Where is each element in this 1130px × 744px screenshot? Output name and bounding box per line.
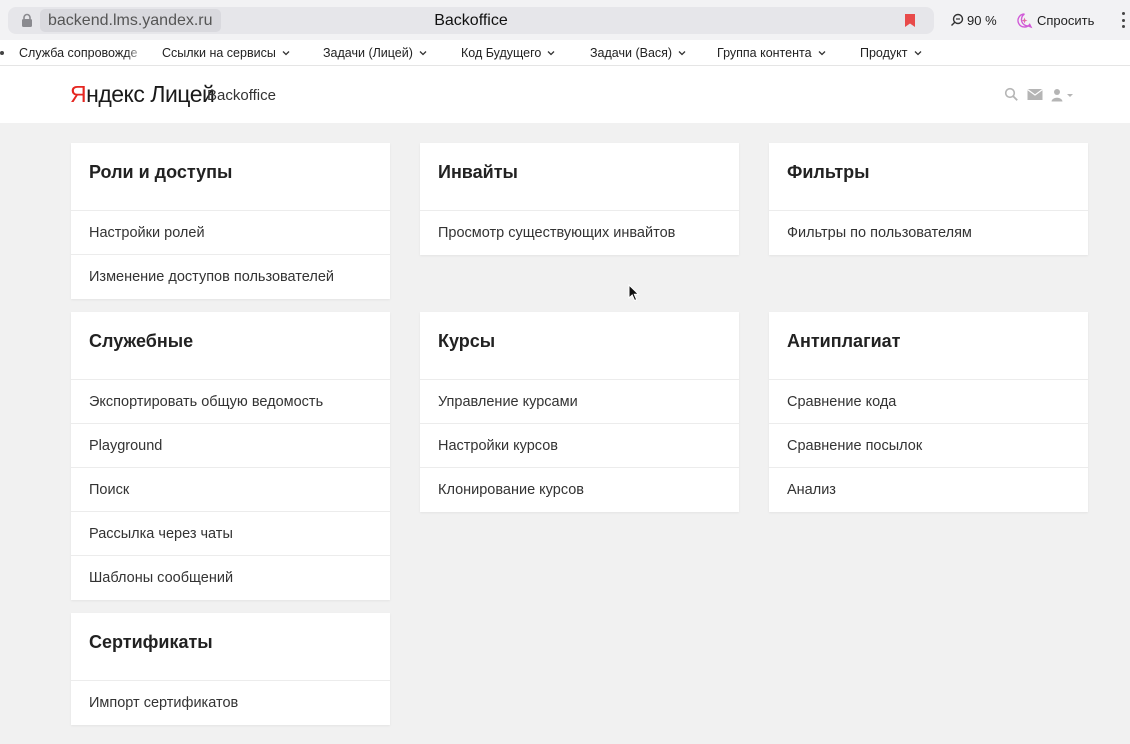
yandex-lyceum-logo[interactable]: Яндекс Лицей <box>70 79 215 109</box>
chevron-down-icon <box>419 51 427 56</box>
card-title: Служебные <box>71 312 390 380</box>
search-icon[interactable] <box>1004 87 1019 102</box>
card-link[interactable]: Сравнение посылок <box>769 424 1088 468</box>
chevron-down-icon <box>547 51 555 56</box>
card-title: Инвайты <box>420 143 739 211</box>
chevron-down-icon <box>914 51 921 56</box>
bookmark-icon[interactable] <box>904 13 916 28</box>
card-antiplagiarism: Антиплагиат Сравнение кода Сравнение пос… <box>769 312 1088 512</box>
ask-ai-icon <box>1017 12 1033 28</box>
bookmark-folder[interactable]: Задачи (Лицей) <box>323 40 427 66</box>
user-icon[interactable] <box>1051 88 1075 102</box>
card-roles-access: Роли и доступы Настройки ролей Изменение… <box>71 143 390 299</box>
card-link[interactable]: Изменение доступов пользователей <box>71 255 390 299</box>
bookmarks-overflow[interactable] <box>0 40 4 66</box>
site-header: Яндекс Лицей Backoffice <box>0 66 1130 123</box>
header-actions <box>1004 87 1075 102</box>
card-filters: Фильтры Фильтры по пользователям <box>769 143 1088 255</box>
ask-button[interactable]: Спросить <box>1016 9 1094 31</box>
bookmark-folder[interactable]: Код Будущего <box>461 40 555 66</box>
bookmark-folder[interactable]: Ссылки на сервисы <box>162 40 290 66</box>
card-link[interactable]: Поиск <box>71 468 390 512</box>
card-title: Курсы <box>420 312 739 380</box>
section-title: Backoffice <box>207 87 276 104</box>
mail-icon[interactable] <box>1027 88 1043 101</box>
mouse-cursor-icon <box>628 284 640 302</box>
card-link[interactable]: Управление курсами <box>420 380 739 424</box>
card-link[interactable]: Экспортировать общую ведомость <box>71 380 390 424</box>
more-menu-icon[interactable] <box>1120 10 1126 30</box>
chevron-down-icon <box>282 51 290 56</box>
chevron-down-icon <box>818 51 825 56</box>
card-link[interactable]: Анализ <box>769 468 1088 512</box>
card-title: Роли и доступы <box>71 143 390 211</box>
browser-toolbar: backend.lms.yandex.ru Backoffice 90 % Сп… <box>0 0 1130 40</box>
card-link[interactable]: Playground <box>71 424 390 468</box>
card-link[interactable]: Настройки курсов <box>420 424 739 468</box>
card-title: Фильтры <box>769 143 1088 211</box>
card-link[interactable]: Просмотр существующих инвайтов <box>420 211 739 255</box>
ask-label: Спросить <box>1037 12 1095 28</box>
bookmark-folder[interactable]: Группа контента <box>717 40 826 66</box>
chevron-down-icon <box>678 51 686 56</box>
bookmark-item[interactable]: Служба сопровожде <box>19 40 145 66</box>
card-link[interactable]: Клонирование курсов <box>420 468 739 512</box>
card-link[interactable]: Настройки ролей <box>71 211 390 255</box>
lock-icon <box>22 13 32 27</box>
bookmark-folder[interactable]: Продукт <box>860 40 922 66</box>
zoom-icon <box>951 13 964 26</box>
address-bar[interactable]: backend.lms.yandex.ru Backoffice <box>8 7 934 34</box>
url-text[interactable]: backend.lms.yandex.ru <box>40 9 221 32</box>
card-link[interactable]: Сравнение кода <box>769 380 1088 424</box>
card-courses: Курсы Управление курсами Настройки курсо… <box>420 312 739 512</box>
card-link[interactable]: Шаблоны сообщений <box>71 556 390 600</box>
card-certificates: Сертификаты Импорт сертификатов <box>71 613 390 725</box>
bookmarks-bar: Служба сопровожде Ссылки на сервисы Зада… <box>0 40 1130 66</box>
zoom-level: 90 % <box>967 12 997 28</box>
card-link[interactable]: Рассылка через чаты <box>71 512 390 556</box>
card-title: Сертификаты <box>71 613 390 681</box>
card-invites: Инвайты Просмотр существующих инвайтов <box>420 143 739 255</box>
card-link[interactable]: Фильтры по пользователям <box>769 211 1088 255</box>
card-service: Служебные Экспортировать общую ведомость… <box>71 312 390 600</box>
card-title: Антиплагиат <box>769 312 1088 380</box>
card-link[interactable]: Импорт сертификатов <box>71 681 390 725</box>
bookmark-folder[interactable]: Задачи (Вася) <box>590 40 686 66</box>
zoom-indicator[interactable]: 90 % <box>950 9 997 31</box>
